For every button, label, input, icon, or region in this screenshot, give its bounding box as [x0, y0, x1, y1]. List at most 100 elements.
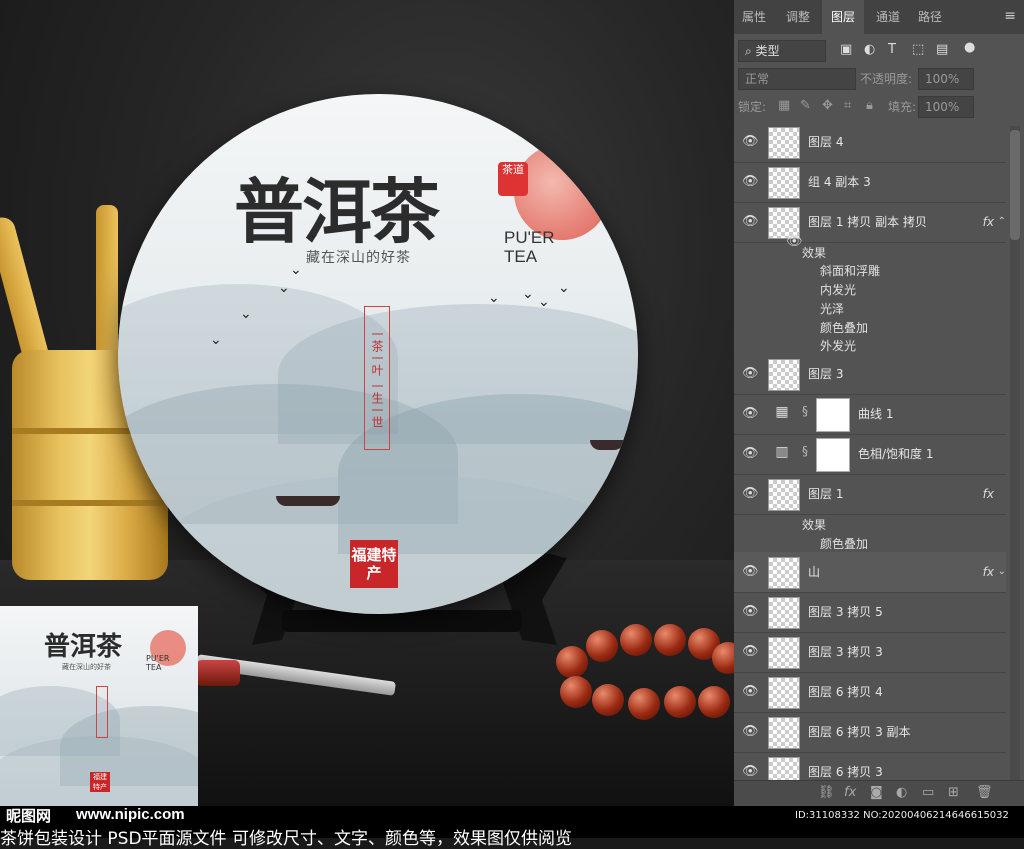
- effect-item[interactable]: 颜色叠加: [820, 319, 868, 336]
- shape-filter-icon[interactable]: ⬚: [912, 42, 924, 57]
- panel-menu-icon[interactable]: ≡: [1004, 8, 1016, 24]
- layer-name: 色相/饱和度 1: [858, 447, 934, 461]
- layer-row[interactable]: 👁︎ 组 4 副本 3: [734, 162, 1006, 203]
- layer-row[interactable]: 👁︎ ▥ § 色相/饱和度 1: [734, 434, 1006, 475]
- bird-icon: ⌄: [290, 262, 302, 278]
- adjustment-filter-icon[interactable]: ◐: [864, 42, 875, 57]
- document-canvas[interactable]: 茶道 普洱茶 PU'ER TEA 藏在深山的好茶 一茶一叶 一生一世 福建特产 …: [0, 0, 734, 806]
- layer-row[interactable]: 👁︎ 图层 3: [734, 354, 1006, 395]
- layer-row[interactable]: 👁︎ 图层 1 拷贝 副本 拷贝 fx ⌃: [734, 202, 1006, 243]
- layer-row[interactable]: 👁︎ ▦ § 曲线 1: [734, 394, 1006, 435]
- search-icon: ⌕: [745, 44, 756, 58]
- layer-thumbnail: [768, 557, 800, 589]
- layer-row[interactable]: 👁︎ 图层 6 拷贝 3: [734, 752, 1006, 781]
- fill-input[interactable]: 100%: [918, 96, 974, 118]
- fx-icon[interactable]: fx: [983, 474, 994, 514]
- eye-icon[interactable]: 👁︎: [742, 712, 760, 752]
- layer-name: 曲线 1: [858, 407, 894, 421]
- eye-icon[interactable]: 👁︎: [742, 202, 760, 242]
- effect-item[interactable]: 斜面和浮雕: [820, 262, 880, 279]
- bead: [556, 646, 588, 678]
- fx-icon[interactable]: fx: [983, 202, 994, 242]
- layer-thumbnail: [768, 717, 800, 749]
- layer-row[interactable]: 👁︎ 图层 6 拷贝 4: [734, 672, 1006, 713]
- effect-item[interactable]: 颜色叠加: [820, 535, 868, 552]
- fx-icon[interactable]: fx: [844, 785, 856, 800]
- panel-tabbar: 属性 调整 图层 通道 路径 ≡: [734, 0, 1024, 34]
- eye-icon[interactable]: 👁︎: [742, 474, 760, 514]
- filter-kind-dropdown[interactable]: ⌕ 类型: [738, 40, 826, 62]
- watermark-caption: 茶饼包装设计 PSD平面源文件 可修改尺寸、文字、颜色等，效果图仅供阅览: [0, 829, 572, 849]
- watermark-logo: 昵图网: [6, 807, 52, 825]
- layer-row[interactable]: 👁︎ 图层 1 fx: [734, 474, 1006, 515]
- bird-icon: ⌄: [278, 280, 290, 296]
- eye-icon[interactable]: 👁︎: [742, 632, 760, 672]
- lock-artboard-icon[interactable]: ⌗: [844, 98, 851, 113]
- eye-icon[interactable]: 👁︎: [742, 394, 760, 434]
- tab-properties[interactable]: 属性: [734, 0, 774, 34]
- eye-icon[interactable]: 👁︎: [742, 122, 760, 162]
- type-filter-icon[interactable]: T: [888, 42, 896, 57]
- bird-icon: ⌄: [522, 286, 534, 302]
- layer-row[interactable]: 👁︎ 山 fx ⌄: [734, 552, 1006, 593]
- eye-icon[interactable]: 👁︎: [742, 434, 760, 474]
- chevron-up-icon[interactable]: ⌃: [998, 202, 1006, 242]
- layer-row[interactable]: 👁︎ 图层 3 拷贝 3: [734, 632, 1006, 673]
- mask-icon[interactable]: ◙: [870, 785, 883, 800]
- thumb-red-stamp: 福建特产: [90, 772, 110, 792]
- bead: [560, 676, 592, 708]
- effects-header: 效果: [802, 246, 827, 260]
- link-layers-icon[interactable]: ⛓︎: [818, 785, 835, 800]
- lock-all-icon[interactable]: 🔒︎: [866, 98, 873, 113]
- eye-icon[interactable]: 👁︎: [742, 354, 760, 394]
- layer-row[interactable]: 👁︎ 图层 3 拷贝 5: [734, 592, 1006, 633]
- tab-adjustments[interactable]: 调整: [778, 0, 818, 34]
- pixel-filter-icon[interactable]: ▣: [840, 42, 852, 57]
- eye-icon[interactable]: 👁︎: [742, 162, 760, 202]
- effect-item[interactable]: 光泽: [820, 300, 844, 317]
- lock-row: 锁定: ▦ ✎ ✥ ⌗ 🔒︎ 填充: 100%: [734, 92, 1024, 120]
- layer-mask-thumbnail[interactable]: [816, 398, 850, 432]
- lock-image-icon[interactable]: ✎: [800, 98, 811, 113]
- eye-icon[interactable]: 👁︎: [742, 552, 760, 592]
- lock-label: 锁定:: [738, 100, 767, 114]
- eye-icon[interactable]: 👁︎: [742, 752, 760, 780]
- layer-mask-thumbnail[interactable]: [816, 438, 850, 472]
- filter-toggle-icon[interactable]: ●: [964, 40, 975, 55]
- new-layer-icon[interactable]: ⊞: [948, 785, 959, 800]
- chevron-down-icon[interactable]: ⌄: [998, 552, 1006, 592]
- blend-mode-dropdown[interactable]: 正常: [738, 68, 856, 90]
- layer-row[interactable]: 👁︎ 图层 4: [734, 122, 1006, 163]
- tab-channels[interactable]: 通道: [868, 0, 908, 34]
- layer-thumbnail: [768, 757, 800, 780]
- preview-thumbnail: 普洱茶 PU'ER TEA 藏在深山的好茶 福建特产: [0, 606, 198, 806]
- eye-icon[interactable]: 👁︎: [742, 592, 760, 632]
- link-icon[interactable]: §: [802, 404, 808, 418]
- thumb-slogan-box: [96, 686, 108, 738]
- folder-icon[interactable]: ▭: [922, 785, 934, 800]
- layer-row[interactable]: 👁︎ 图层 6 拷贝 3 副本: [734, 712, 1006, 753]
- link-icon[interactable]: §: [802, 444, 808, 458]
- bead: [664, 686, 696, 718]
- layer-thumbnail: [768, 597, 800, 629]
- layer-name: 图层 1: [808, 487, 844, 501]
- bead: [698, 686, 730, 718]
- eye-icon[interactable]: 👁︎: [742, 672, 760, 712]
- opacity-input[interactable]: 100%: [918, 68, 974, 90]
- tab-paths[interactable]: 路径: [910, 0, 950, 34]
- adjustment-icon[interactable]: ◐: [896, 785, 907, 800]
- cake-title: 普洱茶: [234, 170, 440, 253]
- trash-icon[interactable]: 🗑︎: [976, 785, 993, 800]
- tab-layers[interactable]: 图层: [822, 0, 864, 34]
- fx-icon[interactable]: fx: [983, 552, 994, 592]
- layer-thumbnail: [768, 479, 800, 511]
- lock-position-icon[interactable]: ✥: [822, 98, 833, 113]
- lock-transparent-icon[interactable]: ▦: [778, 98, 790, 113]
- tea-seal-badge: 茶道: [498, 162, 528, 196]
- thumb-subtitle: 藏在深山的好茶: [62, 663, 111, 671]
- layers-scroll-thumb[interactable]: [1010, 130, 1020, 240]
- layer-thumbnail: [768, 127, 800, 159]
- smart-object-filter-icon[interactable]: ▤: [936, 42, 948, 57]
- effect-item[interactable]: 内发光: [820, 281, 856, 298]
- effect-item[interactable]: 外发光: [820, 337, 856, 354]
